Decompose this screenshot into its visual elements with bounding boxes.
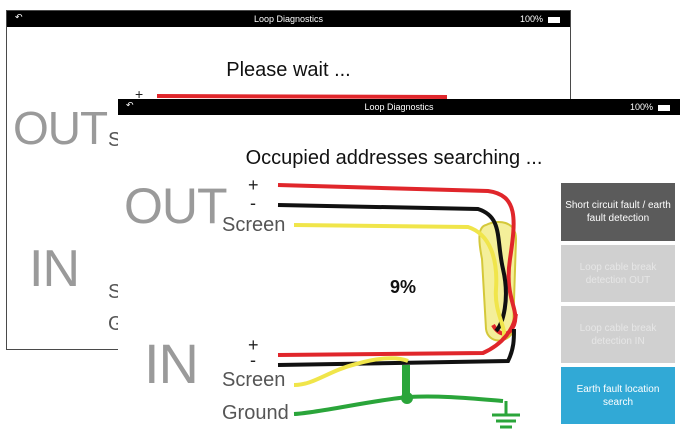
ground-green-wire (293, 394, 504, 416)
ground-label: Ground (222, 402, 289, 424)
back-in-label: IN (29, 240, 80, 298)
earth-icon (492, 401, 520, 429)
out-screen-label: Screen (222, 214, 286, 236)
in-red-wire (277, 313, 518, 357)
front-screen: ↶ Loop Diagnostics 100% Occupied address… (118, 99, 680, 435)
earth-fault-search-button[interactable]: Earth fault location search (561, 367, 675, 424)
progress-percent: 9% (390, 277, 417, 297)
loop-break-in-button[interactable]: Loop cable break detection IN (561, 306, 675, 363)
loop-break-out-button[interactable]: Loop cable break detection OUT (561, 245, 675, 302)
back-out-label: OUT (13, 102, 108, 154)
in-screen-label: Screen (222, 369, 286, 391)
in-label: IN (144, 332, 199, 395)
out-minus-sign: - (250, 193, 256, 213)
short-circuit-detection-button[interactable]: Short circuit fault / earth fault detect… (561, 183, 675, 241)
ground-junction (401, 392, 413, 404)
out-label: OUT (124, 178, 228, 234)
in-minus-sign: - (250, 350, 256, 370)
